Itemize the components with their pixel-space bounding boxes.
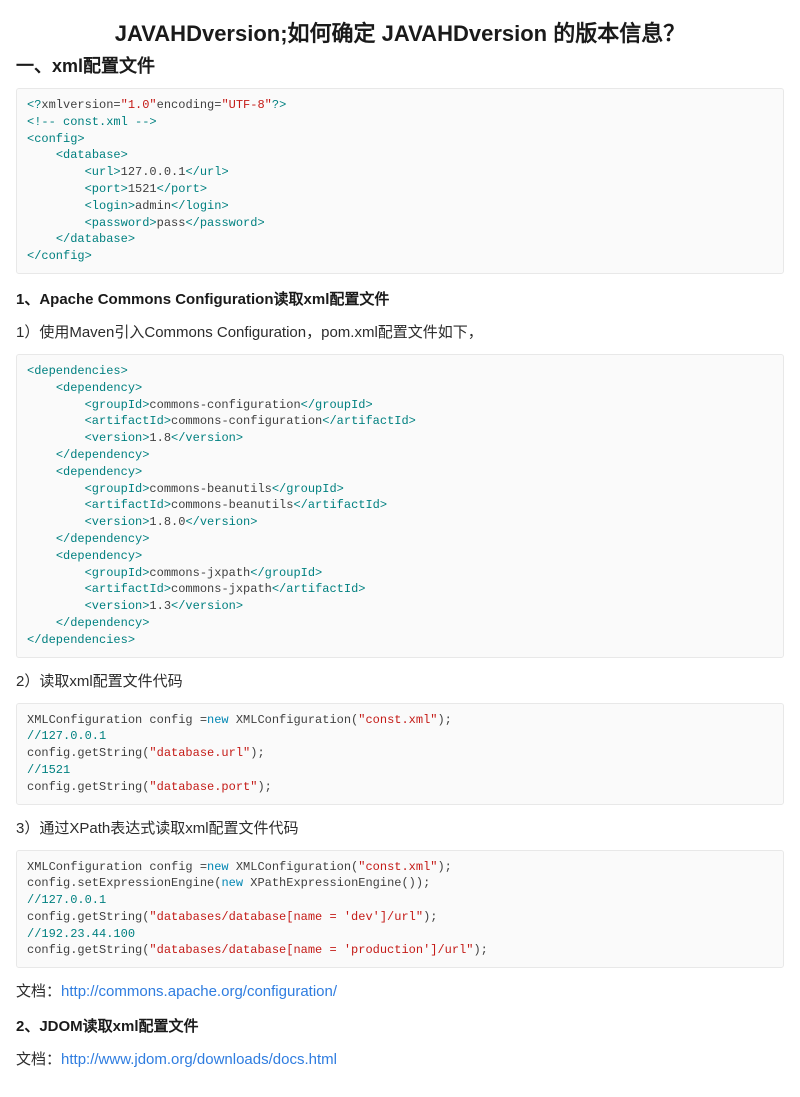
para-read-xml: 2）读取xml配置文件代码 — [16, 670, 784, 691]
code-block-pom-xml: <dependencies> <dependency> <groupId>com… — [16, 354, 784, 658]
doc-label-2: 文档： — [16, 1051, 61, 1068]
subheading-apache-commons: 1、Apache Commons Configuration读取xml配置文件 — [16, 288, 784, 309]
subheading-jdom: 2、JDOM读取xml配置文件 — [16, 1015, 784, 1036]
section-heading-xml: 一、xml配置文件 — [16, 52, 784, 78]
para-xpath: 3）通过XPath表达式读取xml配置文件代码 — [16, 817, 784, 838]
code-block-xml-config: <?xmlversion="1.0"encoding="UTF-8"?> <!-… — [16, 88, 784, 274]
doc-label-1: 文档： — [16, 983, 61, 1000]
doc-link-line-2: 文档：http://www.jdom.org/downloads/docs.ht… — [16, 1048, 784, 1069]
para-maven-intro: 1）使用Maven引入Commons Configuration，pom.xml… — [16, 321, 784, 342]
doc-link-jdom[interactable]: http://www.jdom.org/downloads/docs.html — [61, 1051, 337, 1068]
doc-link-commons[interactable]: http://commons.apache.org/configuration/ — [61, 983, 337, 1000]
doc-link-line-1: 文档：http://commons.apache.org/configurati… — [16, 980, 784, 1001]
code-block-xpath: XMLConfiguration config =new XMLConfigur… — [16, 850, 784, 969]
code-block-read-xml: XMLConfiguration config =new XMLConfigur… — [16, 703, 784, 805]
page-title: JAVAHDversion;如何确定 JAVAHDversion 的版本信息？ — [16, 16, 784, 48]
